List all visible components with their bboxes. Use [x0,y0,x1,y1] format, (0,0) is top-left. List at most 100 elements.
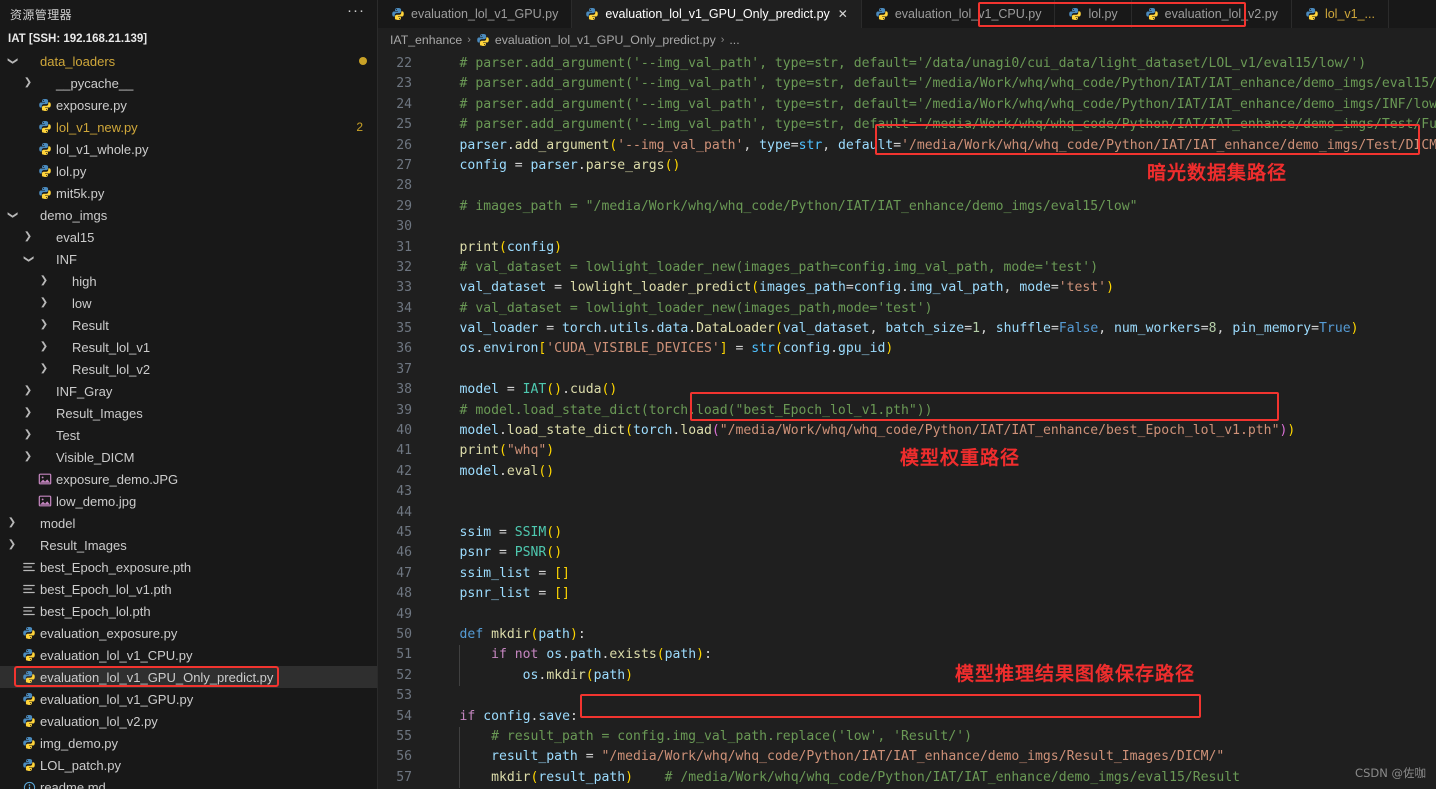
tree-item[interactable]: ❯ high [0,270,377,292]
tree-item[interactable]: ❯img_demo.py [0,732,377,754]
code-line[interactable]: 48 psnr_list = [] [378,584,1436,604]
code-line[interactable]: 37 [378,360,1436,380]
tree-item[interactable]: ❯ demo_imgs [0,204,377,226]
code-line[interactable]: 45 ssim = SSIM() [378,523,1436,543]
tree-item[interactable]: ❯evaluation_lol_v2.py [0,710,377,732]
chevron-right-icon[interactable]: ❯ [20,386,36,396]
code-line[interactable]: 53 [378,686,1436,706]
code-line[interactable]: 25 # parser.add_argument('--img_val_path… [378,115,1436,135]
code-line[interactable]: 24 # parser.add_argument('--img_val_path… [378,95,1436,115]
chevron-down-icon[interactable]: ❯ [7,207,18,223]
breadcrumb-file[interactable]: evaluation_lol_v1_GPU_Only_predict.py [495,33,716,47]
tree-item[interactable]: ❯ data_loaders [0,50,377,72]
code-line[interactable]: 56 result_path = "/media/Work/whq/whq_co… [378,747,1436,768]
code-line[interactable]: 39 # model.load_state_dict(torch.load("b… [378,401,1436,421]
tree-item[interactable]: ❯ Result_lol_v2 [0,358,377,380]
code-line[interactable]: 31 print(config) [378,238,1436,258]
chevron-down-icon[interactable]: ❯ [23,251,34,267]
ellipsis-icon[interactable]: ··· [347,3,365,22]
tab-label: lol.py [1088,7,1118,21]
tree-item[interactable]: ❯ low [0,292,377,314]
code-line[interactable]: 22 # parser.add_argument('--img_val_path… [378,54,1436,74]
code-line[interactable]: 44 [378,503,1436,523]
code-line[interactable]: 30 [378,217,1436,237]
code-line[interactable]: 26 parser.add_argument('--img_val_path',… [378,136,1436,156]
chevron-right-icon[interactable]: ❯ [20,78,36,88]
code-line[interactable]: 50 def mkdir(path): [378,625,1436,645]
tree-item[interactable]: ❯best_Epoch_exposure.pth [0,556,377,578]
tree-item[interactable]: ❯best_Epoch_lol.pth [0,600,377,622]
tree-item[interactable]: ❯ Result_Images [0,402,377,424]
code-line[interactable]: 42 model.eval() [378,462,1436,482]
code-line[interactable]: 23 # parser.add_argument('--img_val_path… [378,74,1436,94]
editor-tab[interactable]: evaluation_lol_v1_CPU.py [861,0,1056,28]
tree-item[interactable]: ❯lol.py [0,160,377,182]
tree-item[interactable]: ❯mit5k.py [0,182,377,204]
chevron-right-icon[interactable]: ❯ [36,298,52,308]
tree-item[interactable]: ❯exposure_demo.JPG [0,468,377,490]
chevron-right-icon[interactable]: ❯ [4,518,20,528]
code-line[interactable]: 35 val_loader = torch.utils.data.DataLoa… [378,319,1436,339]
code-line[interactable]: 41 print("whq") [378,441,1436,461]
tree-item[interactable]: ❯ Result_lol_v1 [0,336,377,358]
editor-tab[interactable]: evaluation_lol_v2.py [1131,0,1292,28]
tree-item[interactable]: ❯evaluation_exposure.py [0,622,377,644]
tree-item[interactable]: ❯ Result_Images [0,534,377,556]
tree-item[interactable]: ❯ Result [0,314,377,336]
chevron-right-icon[interactable]: ❯ [20,408,36,418]
tree-item[interactable]: ❯readme.md [0,776,377,789]
tree-item[interactable]: ❯ __pycache__ [0,72,377,94]
code-line[interactable]: 52 os.mkdir(path) [378,665,1436,687]
tree-item[interactable]: ❯lol_v1_new.py2 [0,116,377,138]
chevron-right-icon[interactable]: ❯ [36,364,52,374]
code-line[interactable]: 51 if not os.path.exists(path): [378,645,1436,666]
code-line[interactable]: 33 val_dataset = lowlight_loader_predict… [378,278,1436,298]
tree-item[interactable]: ❯ INF [0,248,377,270]
code-line[interactable]: 29 # images_path = "/media/Work/whq/whq_… [378,197,1436,217]
tree-item[interactable]: ❯LOL_patch.py [0,754,377,776]
tree-item[interactable]: ❯ model [0,512,377,534]
tree-item[interactable]: ❯evaluation_lol_v1_GPU_Only_predict.py [0,666,377,688]
chevron-right-icon[interactable]: ❯ [36,320,52,330]
tree-item[interactable]: ❯evaluation_lol_v1_GPU.py [0,688,377,710]
tree-item[interactable]: ❯ Visible_DICM [0,446,377,468]
code-line[interactable]: 55 # result_path = config.img_val_path.r… [378,726,1436,748]
code-line[interactable]: 57 mkdir(result_path) # /media/Work/whq/… [378,767,1436,789]
explorer-root-label[interactable]: IAT [SSH: 192.168.21.139] [0,28,377,50]
code-line[interactable]: 46 psnr = PSNR() [378,543,1436,563]
chevron-right-icon[interactable]: ❯ [20,452,36,462]
code-line[interactable]: 43 [378,482,1436,502]
tree-item[interactable]: ❯low_demo.jpg [0,490,377,512]
tree-item[interactable]: ❯best_Epoch_lol_v1.pth [0,578,377,600]
tree-item[interactable]: ❯lol_v1_whole.py [0,138,377,160]
code-line[interactable]: 32 # val_dataset = lowlight_loader_new(i… [378,258,1436,278]
chevron-right-icon[interactable]: ❯ [4,540,20,550]
code-line[interactable]: 28 [378,176,1436,196]
code-line[interactable]: 27 config = parser.parse_args() [378,156,1436,176]
code-line[interactable]: 49 [378,605,1436,625]
code-line[interactable]: 34 # val_dataset = lowlight_loader_new(i… [378,299,1436,319]
code-line[interactable]: 47 ssim_list = [] [378,564,1436,584]
code-line[interactable]: 40 model.load_state_dict(torch.load("/me… [378,421,1436,441]
tree-item[interactable]: ❯exposure.py [0,94,377,116]
code-editor[interactable]: 22 # parser.add_argument('--img_val_path… [378,51,1436,789]
code-line[interactable]: 38 model = IAT().cuda() [378,380,1436,400]
chevron-right-icon[interactable]: ❯ [36,276,52,286]
editor-tab[interactable]: lol.py [1055,0,1132,28]
chevron-right-icon[interactable]: ❯ [36,342,52,352]
editor-tab[interactable]: evaluation_lol_v1_GPU.py [378,0,573,28]
editor-tab[interactable]: evaluation_lol_v1_GPU_Only_predict.py ✕ [572,0,862,28]
tree-item[interactable]: ❯evaluation_lol_v1_CPU.py [0,644,377,666]
code-line[interactable]: 36 os.environ['CUDA_VISIBLE_DEVICES'] = … [378,339,1436,359]
tree-item[interactable]: ❯ Test [0,424,377,446]
chevron-right-icon[interactable]: ❯ [20,430,36,440]
chevron-right-icon[interactable]: ❯ [20,232,36,242]
breadcrumb-project[interactable]: IAT_enhance [390,33,462,47]
tree-item[interactable]: ❯ INF_Gray [0,380,377,402]
close-icon[interactable]: ✕ [838,7,848,21]
chevron-down-icon[interactable]: ❯ [7,53,18,69]
editor-tab[interactable]: lol_v1_... [1291,0,1389,28]
breadcrumb-tail[interactable]: ... [729,33,739,47]
code-line[interactable]: 54 if config.save: [378,707,1436,727]
tree-item[interactable]: ❯ eval15 [0,226,377,248]
